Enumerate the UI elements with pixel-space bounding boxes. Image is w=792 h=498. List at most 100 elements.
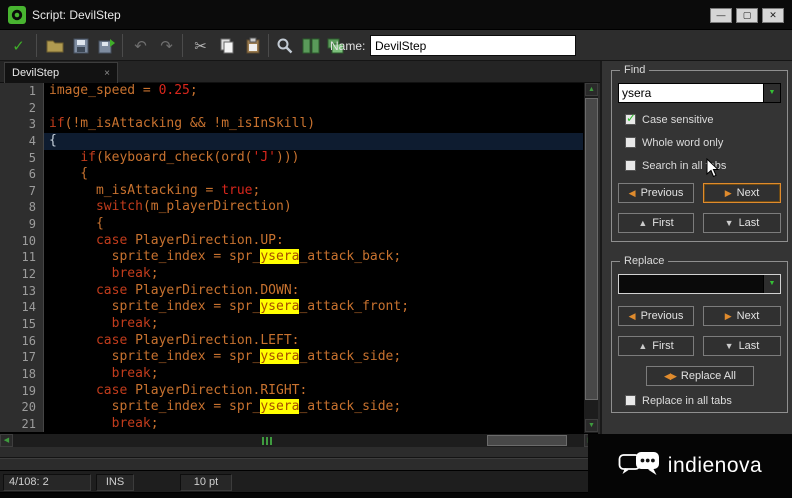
code-line[interactable]: 17 sprite_index = spr_ysera_attack_side; <box>0 349 583 366</box>
code-text[interactable]: { <box>44 166 583 183</box>
code-text[interactable]: sprite_index = spr_ysera_attack_back; <box>44 249 583 266</box>
vertical-scroll-thumb[interactable] <box>585 98 598 400</box>
status-insert-mode: INS <box>96 474 134 491</box>
code-editor[interactable]: 1 image_speed = 0.25; 2 3 if(!m_isAttacking … <box>0 83 583 433</box>
save-as-icon[interactable] <box>94 33 119 58</box>
code-text[interactable]: sprite_index = spr_ysera_attack_side; <box>44 399 583 416</box>
splitter-grip[interactable] <box>262 437 272 445</box>
code-line[interactable]: 6 { <box>0 166 583 183</box>
scroll-down-icon[interactable]: ▼ <box>585 419 598 432</box>
code-line[interactable]: 19 case PlayerDirection.RIGHT: <box>0 382 583 400</box>
tab-devilstep[interactable]: DevilStep × <box>4 62 118 83</box>
dropdown-arrow-icon[interactable]: ▼ <box>763 275 780 293</box>
scroll-left-icon[interactable]: ◀ <box>0 434 13 447</box>
code-line[interactable]: 20 sprite_index = spr_ysera_attack_side; <box>0 399 583 416</box>
find-combobox[interactable]: ▼ <box>618 83 781 103</box>
code-line[interactable]: 2 <box>0 99 583 117</box>
find-first-button[interactable]: ▲ First <box>618 213 694 233</box>
code-line[interactable]: 16 case PlayerDirection.LEFT: <box>0 332 583 350</box>
code-line[interactable]: 9 { <box>0 216 583 233</box>
undo-icon[interactable]: ↶ <box>128 33 153 58</box>
code-text[interactable]: image_speed = 0.25; <box>44 83 583 100</box>
replace-group-title: Replace <box>620 255 669 267</box>
replace-combobox[interactable]: ▼ <box>618 274 781 294</box>
replace-last-button[interactable]: ▼ Last <box>703 336 781 356</box>
code-line[interactable]: 4{ <box>0 132 583 150</box>
right-arrow-icon: ▶ <box>724 310 732 321</box>
code-line[interactable]: 13 case PlayerDirection.DOWN: <box>0 282 583 300</box>
window-split-icon[interactable] <box>298 33 323 58</box>
close-button[interactable]: ✕ <box>762 8 784 23</box>
find-previous-button[interactable]: ◀ Previous <box>618 183 694 203</box>
find-input[interactable] <box>619 84 763 102</box>
scroll-up-icon[interactable]: ▲ <box>585 83 598 96</box>
code-line[interactable]: 15 break; <box>0 315 583 333</box>
code-text[interactable]: break; <box>44 316 583 333</box>
code-text[interactable]: { <box>44 216 583 233</box>
whole-word-checkbox[interactable]: Whole word only <box>625 136 723 149</box>
code-line[interactable]: 21 break; <box>0 415 583 433</box>
paste-icon[interactable] <box>240 33 265 58</box>
code-line[interactable]: 5 if(keyboard_check(ord('J'))) <box>0 149 583 167</box>
code-text[interactable]: break; <box>44 266 583 283</box>
code-line[interactable]: 12 break; <box>0 266 583 283</box>
toolbar: ✓ ↶ ↷ ✂ Name: <box>0 30 792 61</box>
replace-next-button[interactable]: ▶ Next <box>703 306 781 326</box>
code-text[interactable]: switch(m_playerDirection) <box>44 199 583 216</box>
toolbar-separator <box>122 34 123 57</box>
replace-all-tabs-checkbox[interactable]: Replace in all tabs <box>625 394 732 407</box>
case-sensitive-checkbox[interactable]: ✓ Case sensitive <box>625 111 714 126</box>
replace-input[interactable] <box>619 275 763 293</box>
find-last-button[interactable]: ▼ Last <box>703 213 781 233</box>
replace-first-button[interactable]: ▲ First <box>618 336 694 356</box>
checkbox-box[interactable] <box>625 395 636 406</box>
title-bar[interactable]: Script: DevilStep — ▢ ✕ <box>0 0 792 30</box>
save-icon[interactable] <box>68 33 93 58</box>
code-line[interactable]: 14 sprite_index = spr_ysera_attack_front… <box>0 299 583 316</box>
tab-close-icon[interactable]: × <box>104 68 110 79</box>
line-number: 16 <box>0 332 44 350</box>
code-text[interactable]: sprite_index = spr_ysera_attack_side; <box>44 349 583 366</box>
code-text[interactable]: { <box>44 132 583 150</box>
toolbar-separator <box>182 34 183 57</box>
open-icon[interactable] <box>42 33 67 58</box>
dropdown-arrow-icon[interactable]: ▼ <box>763 84 780 102</box>
replace-previous-button[interactable]: ◀ Previous <box>618 306 694 326</box>
find-next-button[interactable]: ▶ Next <box>703 183 781 203</box>
code-line[interactable]: 10 case PlayerDirection.UP: <box>0 232 583 250</box>
cut-icon[interactable]: ✂ <box>188 33 213 58</box>
code-text[interactable]: case PlayerDirection.UP: <box>44 233 583 250</box>
checkbox-box[interactable] <box>625 137 636 148</box>
name-input[interactable] <box>370 35 576 56</box>
minimize-button[interactable]: — <box>710 8 732 23</box>
code-text[interactable]: break; <box>44 416 583 433</box>
code-text[interactable]: case PlayerDirection.LEFT: <box>44 333 583 350</box>
horizontal-scroll-thumb[interactable] <box>487 435 567 446</box>
maximize-button[interactable]: ▢ <box>736 8 758 23</box>
code-line[interactable]: 11 sprite_index = spr_ysera_attack_back; <box>0 249 583 267</box>
checkbox-box[interactable]: ✓ <box>625 111 636 125</box>
code-text[interactable]: m_isAttacking = true; <box>44 183 583 200</box>
replace-all-button[interactable]: ◀▶ Replace All <box>646 366 754 386</box>
code-text[interactable]: if(keyboard_check(ord('J'))) <box>44 150 583 167</box>
checkbox-box[interactable] <box>625 160 636 171</box>
code-text[interactable]: break; <box>44 366 583 383</box>
button-label: First <box>652 217 674 229</box>
code-line[interactable]: 1 image_speed = 0.25; <box>0 83 583 100</box>
code-line[interactable]: 3 if(!m_isAttacking && !m_isInSkill) <box>0 116 583 133</box>
code-line[interactable]: 8 switch(m_playerDirection) <box>0 199 583 217</box>
line-number: 6 <box>0 166 44 183</box>
code-line[interactable]: 7 m_isAttacking = true; <box>0 182 583 200</box>
copy-icon[interactable] <box>214 33 239 58</box>
code-text[interactable]: case PlayerDirection.DOWN: <box>44 283 583 300</box>
horizontal-scrollbar[interactable]: ◀ ▶ <box>0 433 598 447</box>
code-text[interactable] <box>44 100 583 117</box>
vertical-scrollbar[interactable]: ▲ ▼ <box>583 83 598 433</box>
code-text[interactable]: case PlayerDirection.RIGHT: <box>44 383 583 400</box>
code-text[interactable]: if(!m_isAttacking && !m_isInSkill) <box>44 116 583 133</box>
redo-icon[interactable]: ↷ <box>154 33 179 58</box>
search-icon[interactable] <box>272 33 297 58</box>
accept-icon[interactable]: ✓ <box>6 33 31 58</box>
code-line[interactable]: 18 break; <box>0 365 583 383</box>
code-text[interactable]: sprite_index = spr_ysera_attack_front; <box>44 299 583 316</box>
